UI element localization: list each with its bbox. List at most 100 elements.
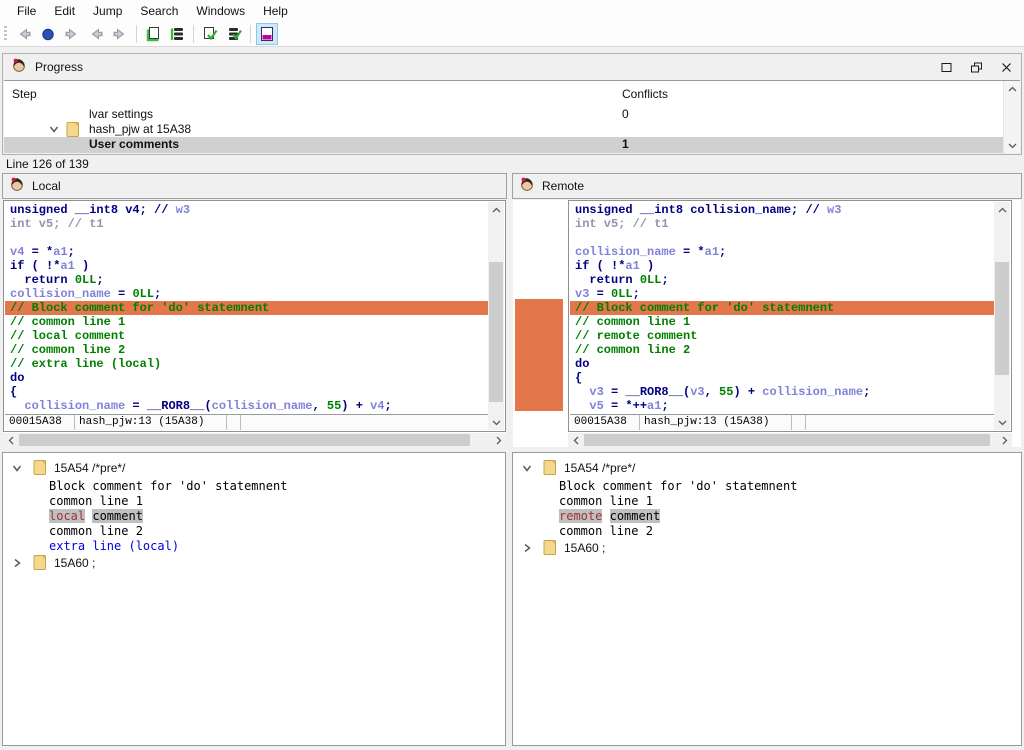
code-line[interactable]: // common line 2	[5, 343, 488, 357]
local-vertical-scrollbar[interactable]	[488, 202, 504, 430]
code-line[interactable]: unsigned __int8 v4; // w3	[5, 203, 488, 217]
code-line[interactable]: int v5; // t1	[5, 217, 488, 231]
code-line[interactable]: v5 = *++a1;	[570, 399, 994, 413]
nav-back-disabled-icon[interactable]	[13, 23, 35, 45]
progress-row[interactable]: hash_pjw at 15A38	[4, 122, 1004, 137]
scroll-down-icon[interactable]	[994, 415, 1010, 430]
close-button[interactable]	[991, 56, 1021, 78]
tree-node[interactable]: 15A60 ;	[3, 554, 505, 571]
menu-help[interactable]: Help	[254, 2, 297, 20]
scroll-thumb[interactable]	[489, 262, 503, 402]
code-line[interactable]: v3 = __ROR8__(v3, 55) + collision_name;	[570, 385, 994, 399]
code-line[interactable]: return 0LL;	[570, 273, 994, 287]
column-conflicts[interactable]: Conflicts	[622, 87, 668, 101]
chevron-right-icon[interactable]	[11, 557, 25, 569]
code-line[interactable]: {	[570, 371, 994, 385]
scroll-thumb[interactable]	[584, 434, 990, 446]
scroll-thumb[interactable]	[19, 434, 470, 446]
remote-code: unsigned __int8 collision_name; // w3int…	[570, 203, 994, 414]
comment-line[interactable]: extra line (local)	[3, 539, 505, 554]
code-line[interactable]: collision_name = 0LL;	[5, 287, 488, 301]
code-line[interactable]: unsigned __int8 collision_name; // w3	[570, 203, 994, 217]
code-line[interactable]: {	[5, 385, 488, 399]
menu-jump[interactable]: Jump	[84, 2, 131, 20]
comment-line[interactable]: common line 2	[513, 524, 1021, 539]
scroll-right-icon[interactable]	[997, 433, 1012, 447]
code-line[interactable]: return 0LL;	[5, 273, 488, 287]
progress-titlebar: Progress	[3, 54, 1021, 80]
scroll-right-icon[interactable]	[491, 433, 506, 447]
comment-line[interactable]: local comment	[3, 509, 505, 524]
restore-button[interactable]	[961, 56, 991, 78]
chevron-right-icon[interactable]	[521, 542, 535, 554]
nav-back-icon[interactable]	[85, 23, 107, 45]
comment-line[interactable]: common line 1	[3, 494, 505, 509]
progress-scrollbar[interactable]	[1003, 81, 1020, 153]
scroll-up-icon[interactable]	[488, 202, 504, 217]
merge-view-icon[interactable]	[256, 23, 278, 45]
document-check-icon[interactable]	[199, 23, 221, 45]
code-line[interactable]	[570, 231, 994, 245]
step-label: hash_pjw at 15A38	[89, 122, 191, 136]
tree-node[interactable]: 15A54 /*pre*/	[513, 459, 1021, 476]
tree-node[interactable]: 15A60 ;	[513, 539, 1021, 556]
scroll-left-icon[interactable]	[568, 433, 583, 447]
conflict-code-line[interactable]: // Block comment for 'do' statemnent	[570, 301, 994, 315]
code-line[interactable]	[5, 231, 488, 245]
chevron-down-icon[interactable]	[521, 462, 535, 474]
code-line[interactable]: // common line 1	[5, 315, 488, 329]
nav-forward-icon[interactable]	[109, 23, 131, 45]
code-line[interactable]: // extra line (local)	[5, 357, 488, 371]
menu-file[interactable]: File	[8, 2, 45, 20]
chevron-down-icon[interactable]	[48, 123, 60, 138]
code-line[interactable]: // remote comment	[570, 329, 994, 343]
current-location-icon[interactable]	[37, 23, 59, 45]
document-green-icon[interactable]	[142, 23, 164, 45]
code-line[interactable]: collision_name = __ROR8__(collision_name…	[5, 399, 488, 413]
remote-vertical-scrollbar[interactable]	[994, 202, 1010, 430]
comment-line[interactable]: remote comment	[513, 509, 1021, 524]
tree-node[interactable]: 15A54 /*pre*/	[3, 459, 505, 476]
comment-line[interactable]: common line 2	[3, 524, 505, 539]
database-check-icon[interactable]	[223, 23, 245, 45]
comment-line[interactable]: Block comment for 'do' statemnent	[513, 479, 1021, 494]
comment-line[interactable]: common line 1	[513, 494, 1021, 509]
progress-row[interactable]: User comments1	[4, 137, 1004, 153]
local-horizontal-scrollbar[interactable]	[3, 433, 506, 447]
progress-row[interactable]: lvar settings0	[4, 107, 1004, 122]
column-step[interactable]: Step	[12, 87, 37, 101]
nav-forward-disabled-icon[interactable]	[61, 23, 83, 45]
code-line[interactable]: // common line 1	[570, 315, 994, 329]
chevron-down-icon[interactable]	[11, 462, 25, 474]
function-cell: hash_pjw:13 (15A38)	[75, 415, 227, 430]
scroll-left-icon[interactable]	[3, 433, 18, 447]
database-green-icon[interactable]	[166, 23, 188, 45]
code-line[interactable]: int v5; // t1	[570, 217, 994, 231]
code-line[interactable]: // common line 2	[570, 343, 994, 357]
scroll-down-icon[interactable]	[488, 415, 504, 430]
remote-code-box[interactable]: unsigned __int8 collision_name; // w3int…	[568, 200, 1012, 432]
remote-horizontal-scrollbar[interactable]	[568, 433, 1012, 447]
maximize-button[interactable]	[931, 56, 961, 78]
menu-windows[interactable]: Windows	[187, 2, 254, 20]
menu-search[interactable]: Search	[131, 2, 187, 20]
scroll-up-icon[interactable]	[1004, 81, 1020, 96]
code-line[interactable]: // local comment	[5, 329, 488, 343]
scroll-thumb[interactable]	[995, 262, 1009, 375]
code-line[interactable]: do	[570, 357, 994, 371]
scroll-up-icon[interactable]	[994, 202, 1010, 217]
conflict-code-line[interactable]: // Block comment for 'do' statemnent	[5, 301, 488, 315]
menu-edit[interactable]: Edit	[45, 2, 84, 20]
scroll-down-icon[interactable]	[1004, 138, 1020, 153]
code-line[interactable]: collision_name = *a1;	[570, 245, 994, 259]
code-line[interactable]: v4 = *a1;	[5, 245, 488, 259]
code-line[interactable]: do	[5, 371, 488, 385]
comment-line[interactable]: Block comment for 'do' statemnent	[3, 479, 505, 494]
code-line[interactable]: v3 = 0LL;	[570, 287, 994, 301]
code-line[interactable]: if ( !*a1 )	[570, 259, 994, 273]
ida-logo-icon	[9, 176, 25, 197]
toolbar-drag-handle[interactable]	[4, 26, 7, 42]
remote-comments-tree: 15A54 /*pre*/ Block comment for 'do' stat…	[512, 452, 1022, 746]
local-code-box[interactable]: unsigned __int8 v4; // w3int v5; // t1 v…	[3, 200, 506, 432]
code-line[interactable]: if ( !*a1 )	[5, 259, 488, 273]
